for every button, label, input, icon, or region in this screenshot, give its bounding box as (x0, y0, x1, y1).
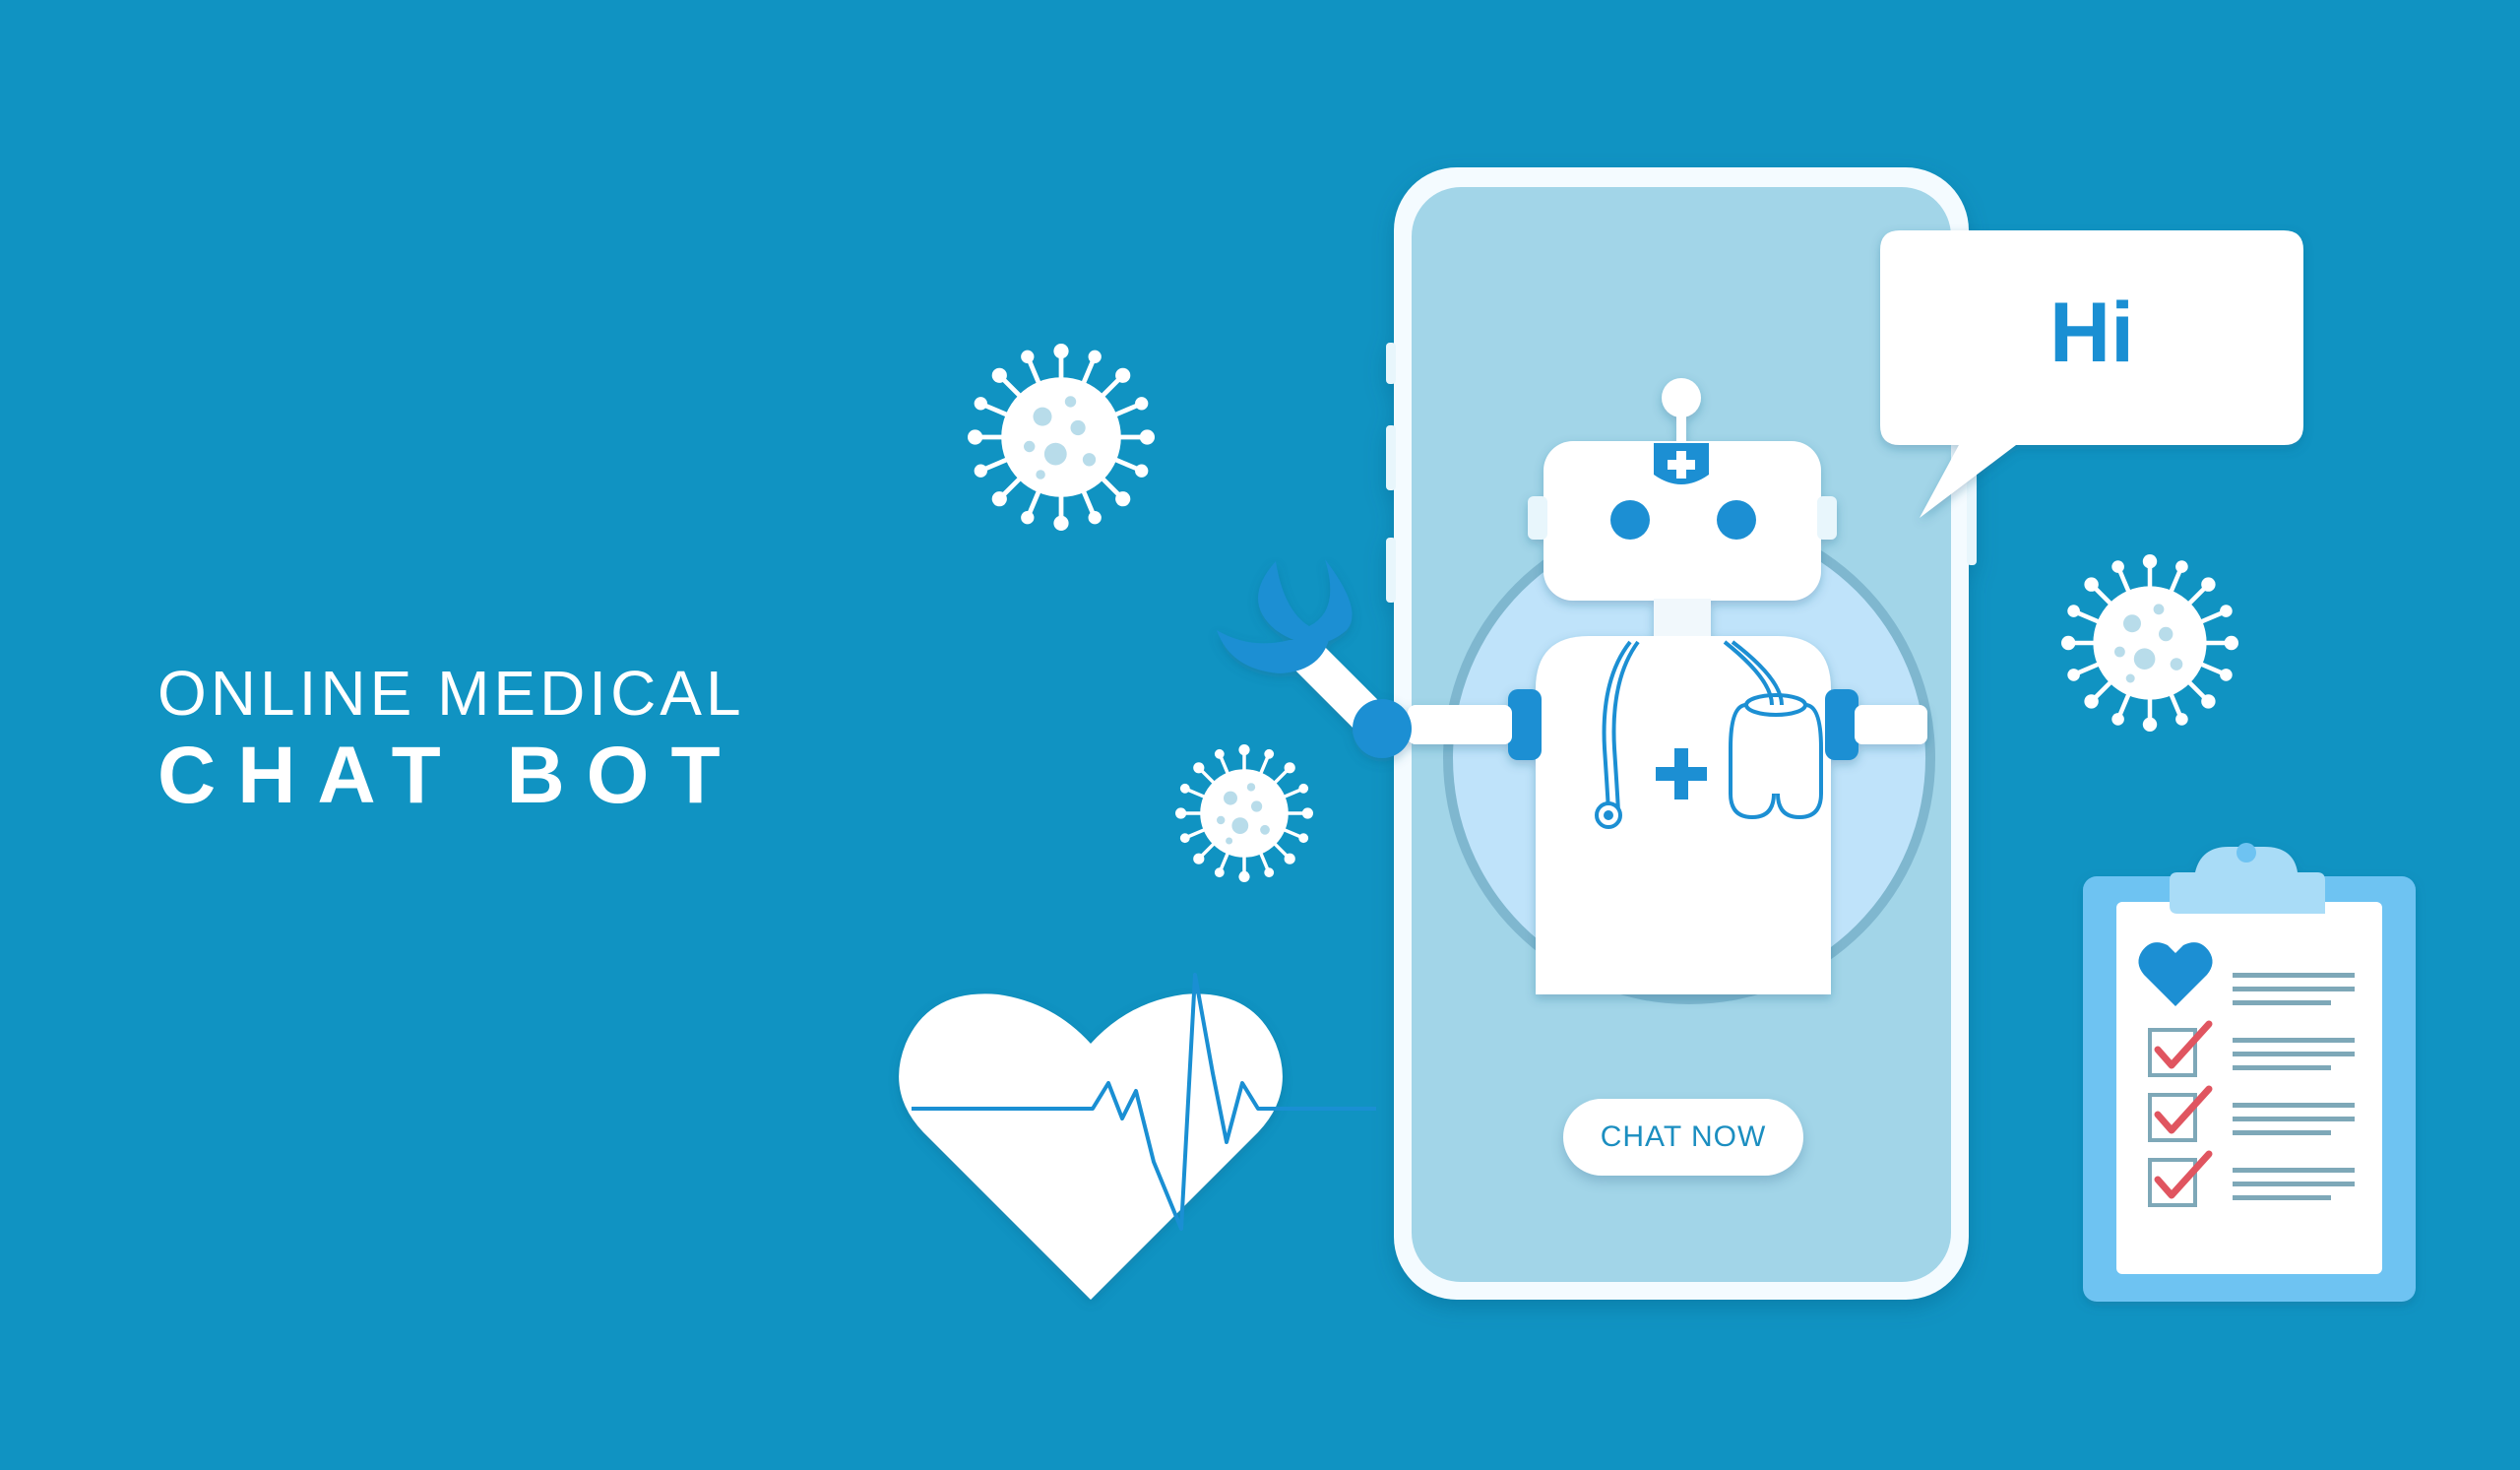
wrench-icon (1258, 559, 1353, 644)
virus-icon (2061, 554, 2238, 732)
heart-pulse-icon (899, 973, 1376, 1300)
chat-bubble-text: Hi (2049, 285, 2134, 380)
virus-icon (1173, 742, 1315, 884)
clipboard-checklist-icon (2083, 843, 2416, 1302)
headline-line-2: CHAT BOT (158, 731, 742, 820)
virus-icon (968, 344, 1155, 531)
headline: ONLINE MEDICAL CHAT BOT (158, 658, 745, 821)
chat-now-button[interactable]: CHAT NOW (1563, 1099, 1803, 1176)
headline-line-1: ONLINE MEDICAL (158, 658, 745, 729)
robot-icon (1217, 378, 1927, 994)
